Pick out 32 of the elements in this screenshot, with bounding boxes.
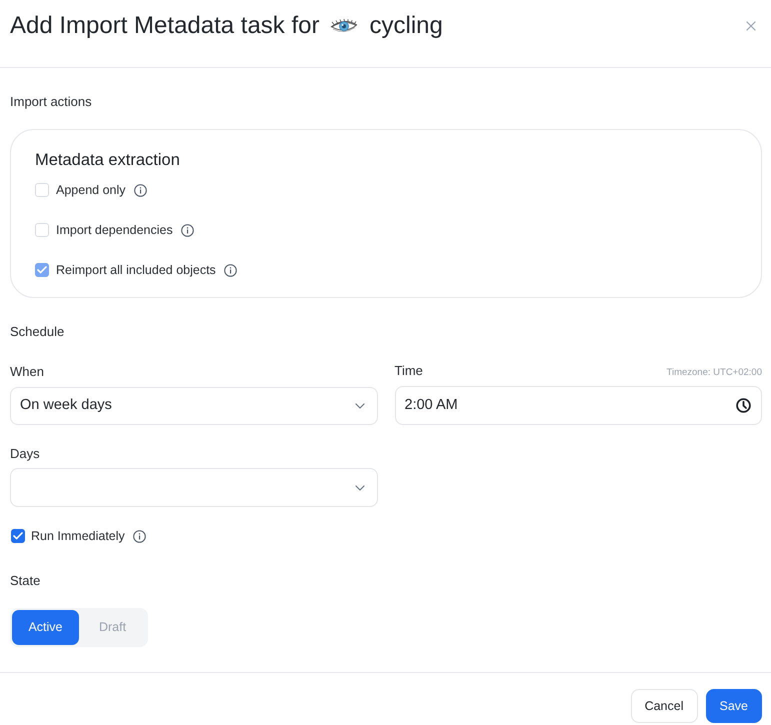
info-icon (224, 264, 237, 276)
check-icon (37, 266, 47, 274)
when-select[interactable]: On week days (10, 387, 378, 425)
chevron-down-icon (354, 403, 364, 409)
info-icon (132, 530, 146, 542)
dialog-subject: cycling (369, 11, 443, 41)
checkbox-label: Reimport all included objects (56, 262, 216, 279)
section-heading: State (10, 573, 42, 589)
info-icon (180, 224, 194, 236)
checkbox-label: Run Immediately (31, 528, 125, 545)
check-icon (13, 532, 23, 540)
checkbox[interactable] (11, 529, 25, 543)
dialog-title: Add Import Metadata task for (10, 11, 320, 41)
section-heading: Schedule (10, 324, 66, 340)
field-label: Days (10, 446, 41, 462)
close-icon (746, 21, 756, 31)
state-tab[interactable]: Active (12, 610, 79, 645)
save-button[interactable]: Save (706, 689, 762, 723)
eye-icon (329, 18, 360, 34)
section-heading: Import actions (10, 94, 93, 110)
timezone-note: Timezone: UTC+02:00 (666, 367, 762, 379)
chevron-down-icon (354, 484, 364, 490)
days-select[interactable] (10, 468, 378, 507)
card-title: Metadata extraction (35, 150, 181, 170)
field-label: When (10, 364, 45, 380)
cancel-button[interactable]: Cancel (630, 689, 698, 723)
field-label: Time (394, 363, 423, 379)
clock-icon (736, 398, 751, 413)
checkbox-label: Import dependencies (56, 222, 173, 239)
checkbox-label: Append only (56, 182, 126, 199)
info-icon (134, 184, 147, 196)
time-input[interactable]: 2:00 AM (394, 386, 762, 425)
